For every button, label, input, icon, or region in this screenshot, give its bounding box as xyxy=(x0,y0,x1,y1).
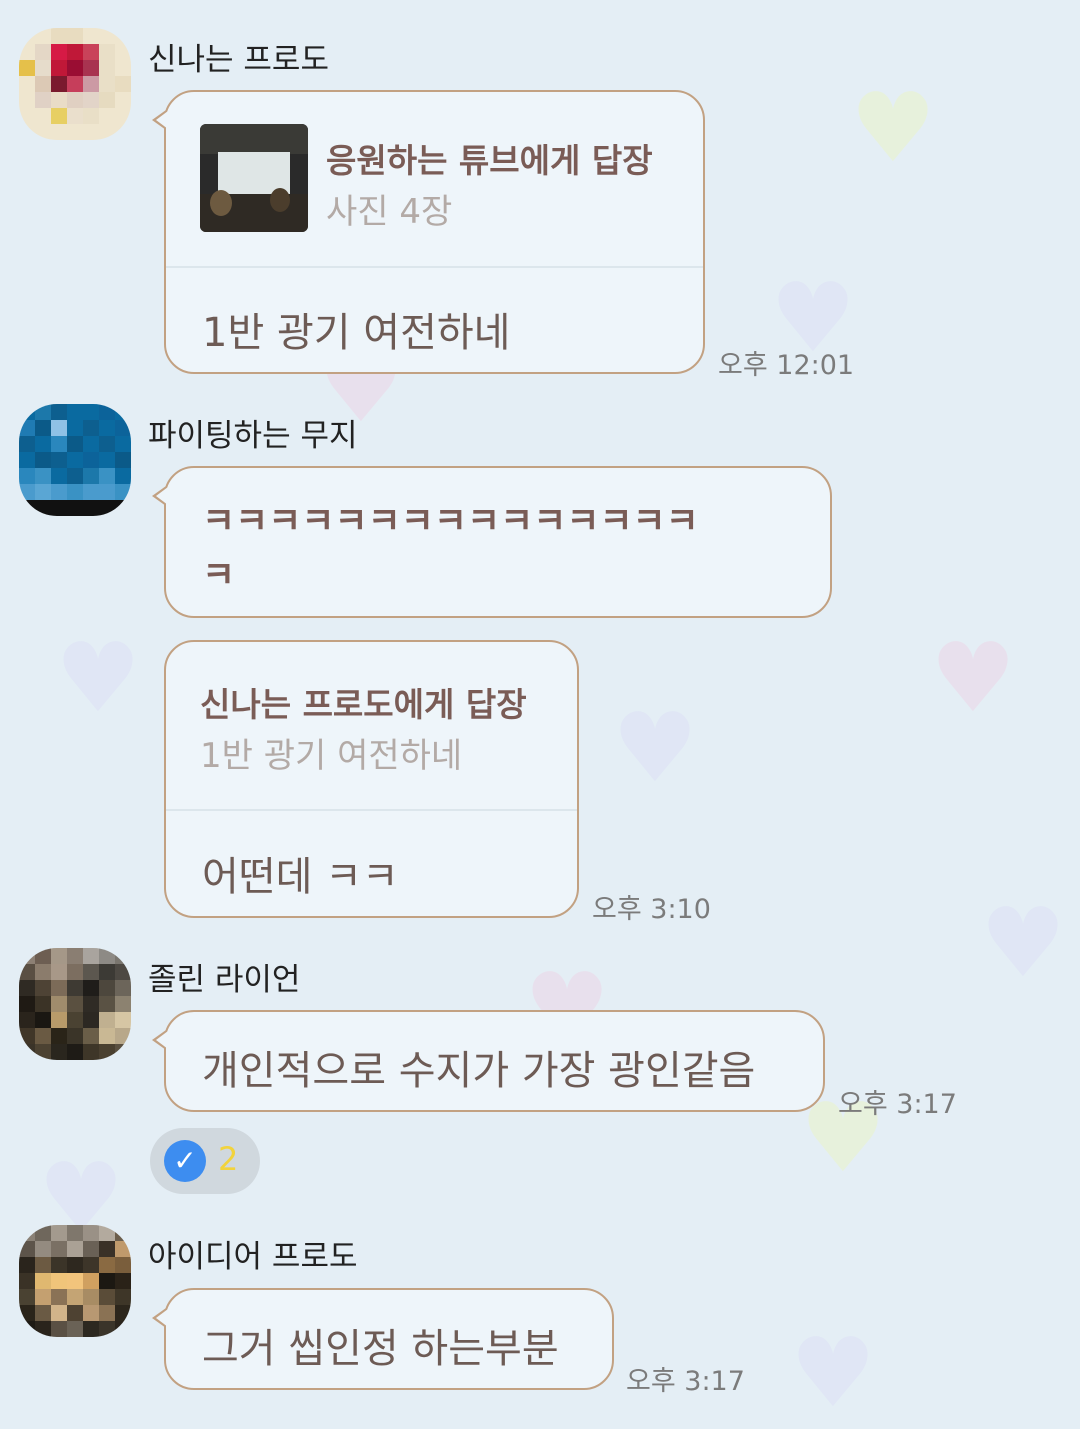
message-time: 오후 3:17 xyxy=(626,1366,745,1397)
reaction-count: 2 xyxy=(218,1140,239,1178)
reply-to-subtitle: 1반 광기 여전하네 xyxy=(200,736,463,776)
heart-decoration-icon: ♥ xyxy=(790,1317,877,1429)
reply-to-title: 응원하는 튜브에게 답장 xyxy=(326,141,653,180)
message-time: 오후 3:10 xyxy=(592,894,711,925)
check-icon: ✓ xyxy=(164,1140,206,1182)
heart-decoration-icon: ♥ xyxy=(930,622,1017,734)
message-text-line: ㅋ xyxy=(202,555,236,596)
heart-decoration-icon: ♥ xyxy=(980,887,1067,999)
message-bubble[interactable]: ㅋㅋㅋㅋㅋㅋㅋㅋㅋㅋㅋㅋㅋㅋㅋ ㅋ xyxy=(152,466,832,618)
message-time: 오후 12:01 xyxy=(718,350,855,381)
message-text: 1반 광기 여전하네 xyxy=(202,310,511,356)
message-bubble[interactable]: 그거 씹인정 하는부분 xyxy=(152,1288,614,1390)
sender-name: 신나는 프로도 xyxy=(148,42,329,78)
reaction-badge[interactable]: ✓ 2 xyxy=(150,1128,260,1194)
avatar[interactable] xyxy=(19,404,131,516)
heart-decoration-icon: ♥ xyxy=(55,622,142,734)
reply-to-title: 신나는 프로도에게 답장 xyxy=(200,685,527,724)
avatar[interactable] xyxy=(19,948,131,1060)
message-text: 개인적으로 수지가 가장 광인같음 xyxy=(202,1048,756,1094)
photo-thumbnail[interactable] xyxy=(200,124,308,232)
reply-message-bubble[interactable]: 응원하는 튜브에게 답장 사진 4장 1반 광기 여전하네 xyxy=(152,90,705,374)
reply-to-subtitle: 사진 4장 xyxy=(326,192,453,232)
message-text: 어떤데 ㅋㅋ xyxy=(202,854,399,900)
message-bubble[interactable]: 개인적으로 수지가 가장 광인같음 xyxy=(152,1010,825,1112)
reply-message-bubble[interactable]: 신나는 프로도에게 답장 1반 광기 여전하네 어떤데 ㅋㅋ xyxy=(164,640,579,918)
reply-quote[interactable]: 신나는 프로도에게 답장 1반 광기 여전하네 xyxy=(166,642,577,811)
sender-name: 졸린 라이언 xyxy=(148,962,301,998)
message-text-line: ㅋㅋㅋㅋㅋㅋㅋㅋㅋㅋㅋㅋㅋㅋㅋ xyxy=(202,501,699,542)
message-text: 그거 씹인정 하는부분 xyxy=(202,1326,559,1372)
avatar[interactable] xyxy=(19,28,131,140)
sender-name: 파이팅하는 무지 xyxy=(148,418,358,454)
message-time: 오후 3:17 xyxy=(838,1089,957,1120)
heart-decoration-icon: ♥ xyxy=(612,692,699,804)
reply-quote[interactable]: 응원하는 튜브에게 답장 사진 4장 xyxy=(166,92,703,268)
heart-decoration-icon: ♥ xyxy=(850,72,937,184)
avatar[interactable] xyxy=(19,1225,131,1337)
sender-name: 아이디어 프로도 xyxy=(148,1239,358,1275)
